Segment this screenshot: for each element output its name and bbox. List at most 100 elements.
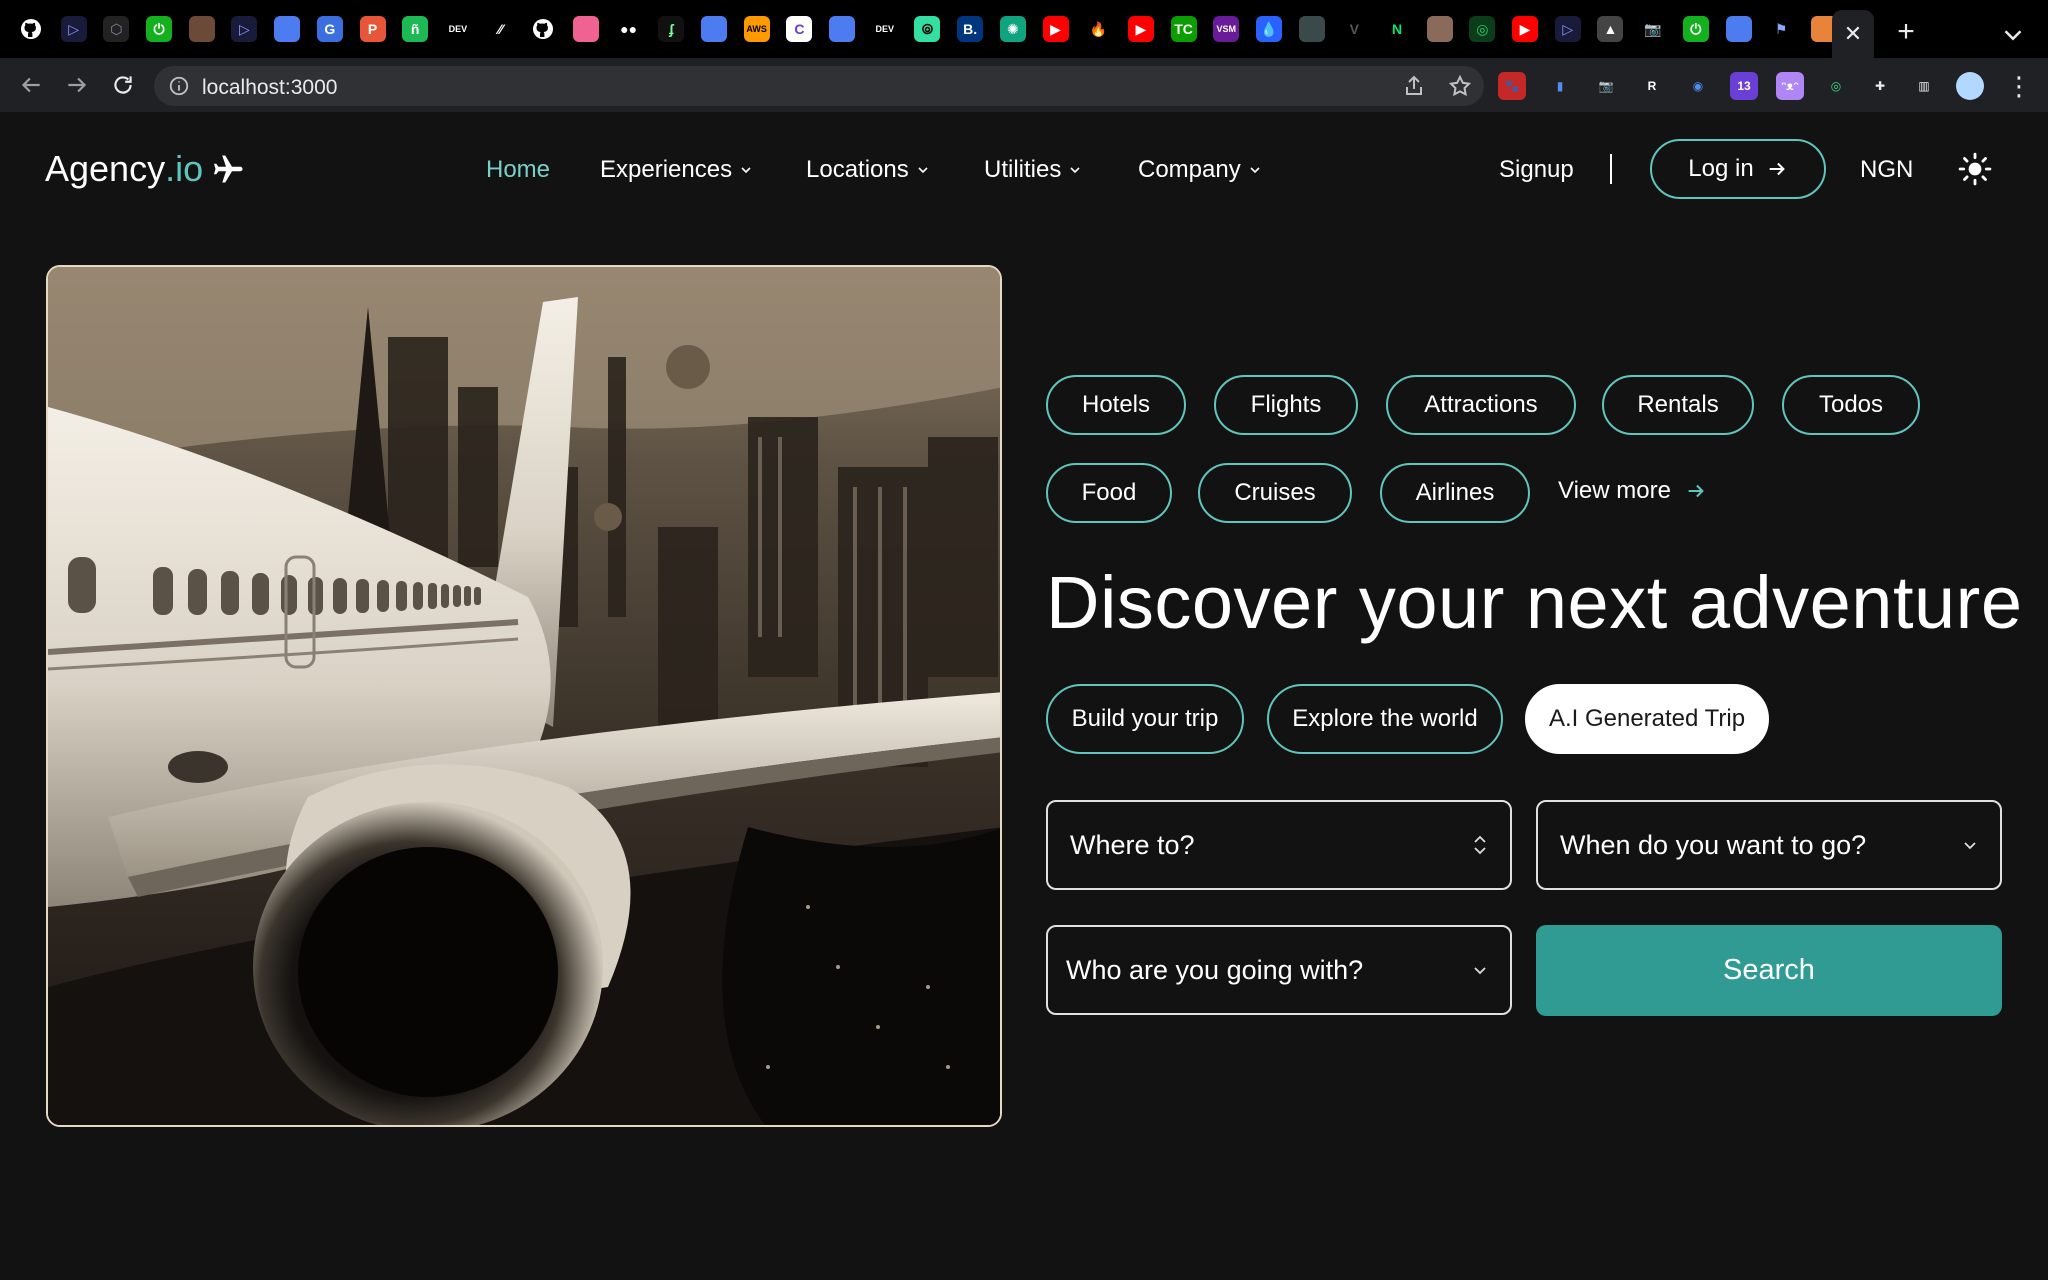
site-logo[interactable]: Agency .io: [45, 148, 247, 190]
hexagon-icon[interactable]: ⬡: [103, 16, 130, 42]
c-icon[interactable]: C: [786, 16, 813, 42]
triangle-icon[interactable]: ▲: [1597, 16, 1624, 42]
puzzle-icon[interactable]: ✚: [1866, 72, 1894, 100]
tab-search-chevron-icon[interactable]: [1998, 20, 2028, 50]
address-url: localhost:3000: [202, 76, 338, 99]
avatar-icon[interactable]: [1426, 16, 1453, 42]
power-icon[interactable]: ⏻: [146, 16, 173, 42]
nav-utilities[interactable]: Utilities: [984, 156, 1081, 184]
category-airlines[interactable]: Airlines: [1380, 463, 1530, 523]
travellers-placeholder: Who are you going with?: [1066, 954, 1364, 985]
profile-avatar-icon[interactable]: [1956, 72, 1984, 100]
address-bar[interactable]: localhost:3000: [154, 66, 1484, 106]
camera-icon[interactable]: 📷: [1640, 16, 1667, 42]
close-tab-icon[interactable]: ✕: [1844, 21, 1862, 47]
dev-icon[interactable]: DEV: [444, 16, 471, 42]
back-icon[interactable]: [16, 70, 46, 100]
booking-icon[interactable]: B.: [957, 16, 984, 42]
category-flights[interactable]: Flights: [1214, 375, 1358, 435]
new-tab-button[interactable]: +: [1890, 16, 1922, 48]
play-icon[interactable]: ▷: [231, 16, 258, 42]
slash-icon[interactable]: ⁄⁄: [487, 16, 514, 42]
category-cruises[interactable]: Cruises: [1198, 463, 1352, 523]
firebase-icon[interactable]: 🔥: [1085, 16, 1112, 42]
mode-ai-generated-trip[interactable]: A.I Generated Trip: [1525, 684, 1769, 754]
drop-icon[interactable]: 💧: [1255, 16, 1282, 42]
flag-icon[interactable]: ⚑: [1768, 16, 1795, 42]
script-icon[interactable]: ʄ: [658, 16, 685, 42]
circle-logo-icon[interactable]: [829, 16, 856, 42]
reload-icon[interactable]: [108, 70, 138, 100]
header-divider: [1610, 154, 1612, 184]
paw-icon[interactable]: 🐾: [1498, 72, 1526, 100]
youtube-icon[interactable]: ▶: [1127, 16, 1154, 42]
nav-experiences[interactable]: Experiences: [600, 156, 752, 184]
producthunt-icon[interactable]: P: [359, 16, 386, 42]
signup-link[interactable]: Signup: [1499, 156, 1574, 184]
search-button[interactable]: Search: [1536, 925, 2002, 1016]
vsm-icon[interactable]: VSM: [1213, 16, 1240, 42]
category-todos[interactable]: Todos: [1782, 375, 1920, 435]
document-icon[interactable]: ▮: [1546, 72, 1574, 100]
v-icon[interactable]: V: [1341, 16, 1368, 42]
dev-icon[interactable]: DEV: [871, 16, 898, 42]
nav-home[interactable]: Home: [486, 156, 550, 184]
spiral-icon[interactable]: ◎: [1469, 16, 1496, 42]
power-icon[interactable]: ⏻: [1682, 16, 1709, 42]
github-icon[interactable]: [18, 16, 44, 42]
nav-utilities-label: Utilities: [984, 156, 1062, 183]
circle-logo-icon[interactable]: [274, 16, 301, 42]
chevron-down-icon: [918, 167, 928, 174]
active-tab[interactable]: ✕: [1832, 10, 1874, 58]
openai-icon[interactable]: ✺: [999, 16, 1026, 42]
arrow-right-icon: [1688, 484, 1704, 498]
n-icon[interactable]: N: [1384, 16, 1410, 42]
category-hotels[interactable]: Hotels: [1046, 375, 1186, 435]
badge-ext-icon[interactable]: 13: [1730, 72, 1758, 100]
bookmark-star-icon[interactable]: [1448, 74, 1472, 98]
photo-icon[interactable]: [188, 16, 215, 42]
google-icon[interactable]: G: [316, 16, 343, 42]
github-icon[interactable]: [530, 16, 557, 42]
circle-logo-icon[interactable]: [1725, 16, 1752, 42]
monitor-icon[interactable]: [1298, 16, 1325, 42]
circle-logo-icon[interactable]: [701, 16, 727, 42]
sidepanel-icon[interactable]: ▥: [1910, 72, 1938, 100]
tripadvisor-icon[interactable]: ⦾: [914, 16, 941, 42]
forward-icon[interactable]: [62, 70, 92, 100]
medium-icon[interactable]: ●●: [615, 16, 642, 42]
category-rentals[interactable]: Rentals: [1602, 375, 1754, 435]
cat-icon[interactable]: ᵔᴥᵔ: [1776, 72, 1804, 100]
sun-icon[interactable]: [1958, 152, 1992, 186]
play-icon[interactable]: ▷: [1554, 16, 1581, 42]
techcrunch-icon[interactable]: TC: [1170, 16, 1197, 42]
camera-icon[interactable]: 📷: [1592, 72, 1620, 100]
app-icon[interactable]: [572, 16, 599, 42]
globe-icon[interactable]: ◉: [1684, 72, 1712, 100]
destination-select[interactable]: Where to?: [1046, 800, 1512, 890]
category-attractions[interactable]: Attractions: [1386, 375, 1576, 435]
browser-menu-icon[interactable]: ⋮: [2006, 72, 2032, 100]
destination-placeholder: Where to?: [1070, 829, 1195, 860]
site-info-icon[interactable]: [168, 75, 190, 97]
chevron-down-icon: [741, 167, 751, 174]
share-icon[interactable]: [1402, 74, 1426, 98]
login-button[interactable]: Log in: [1650, 139, 1826, 199]
youtube-icon[interactable]: ▶: [1042, 16, 1069, 42]
leaf-icon[interactable]: ñ: [402, 16, 429, 42]
currency-selector[interactable]: NGN: [1860, 156, 1913, 184]
target-icon[interactable]: ◎: [1822, 72, 1850, 100]
travel-date-select[interactable]: When do you want to go?: [1536, 800, 2002, 890]
nav-company[interactable]: Company: [1138, 156, 1261, 184]
aws-icon[interactable]: AWS: [743, 16, 770, 42]
reader-icon[interactable]: R: [1638, 72, 1666, 100]
mode-build-trip[interactable]: Build your trip: [1046, 684, 1244, 754]
category-food[interactable]: Food: [1046, 463, 1172, 523]
chevron-down-icon: [1250, 167, 1260, 174]
mode-explore-world[interactable]: Explore the world: [1267, 684, 1503, 754]
view-more-link[interactable]: View more: [1558, 477, 1707, 505]
play-icon[interactable]: ▷: [60, 16, 87, 42]
travellers-select[interactable]: Who are you going with?: [1046, 925, 1512, 1015]
nav-locations[interactable]: Locations: [806, 156, 929, 184]
youtube-icon[interactable]: ▶: [1512, 16, 1539, 42]
